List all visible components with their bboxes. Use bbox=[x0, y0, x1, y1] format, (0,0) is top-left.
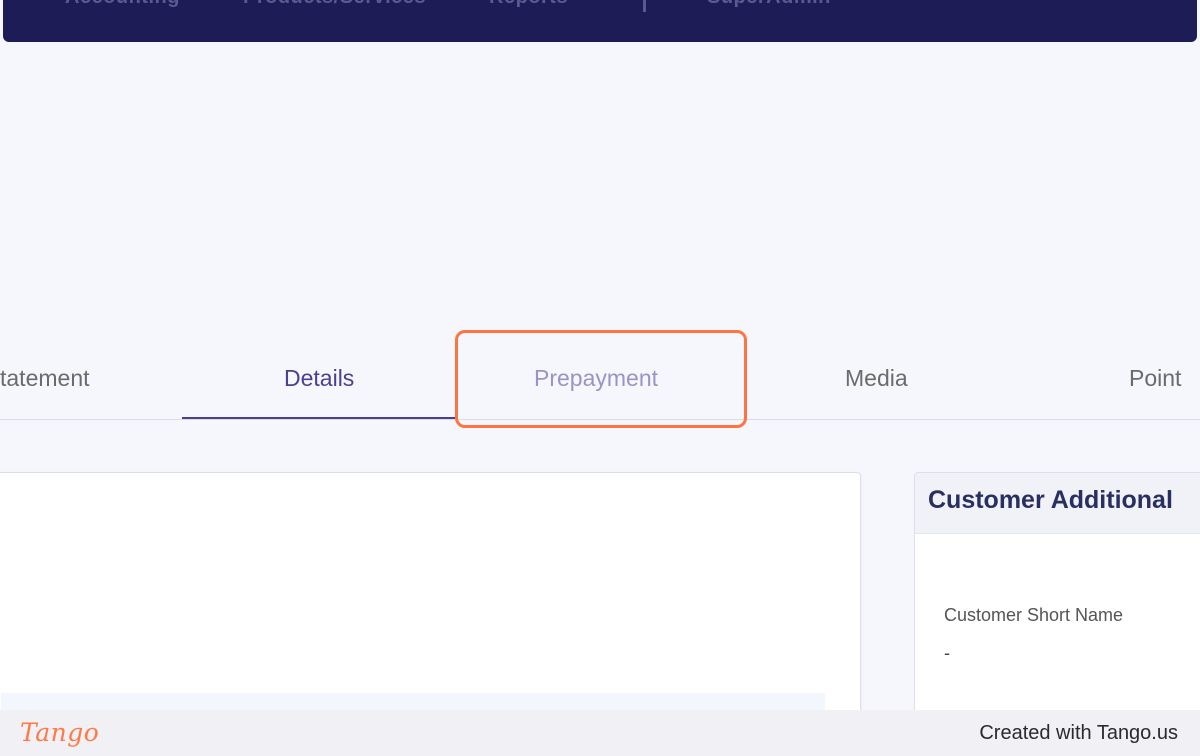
tab-point[interactable]: Point bbox=[1129, 366, 1181, 390]
tab-statement[interactable]: tatement bbox=[0, 366, 90, 390]
top-navigation-bar: Accounting Products/Services Reports Sup… bbox=[3, 0, 1197, 42]
active-tab-indicator bbox=[182, 417, 455, 419]
tab-details[interactable]: Details bbox=[284, 366, 354, 390]
customer-additional-card: Customer Additional Customer Short Name … bbox=[914, 472, 1200, 734]
tango-footer: Tango Created with Tango.us bbox=[0, 710, 1200, 756]
customer-short-name-value: - bbox=[944, 643, 950, 663]
click-highlight-box bbox=[455, 330, 747, 428]
customer-short-name-label: Customer Short Name bbox=[944, 605, 1124, 625]
tango-logo: Tango bbox=[20, 718, 100, 747]
nav-item-reports[interactable]: Reports bbox=[489, 0, 568, 9]
tab-media[interactable]: Media bbox=[845, 366, 908, 390]
nav-item-superadmin[interactable]: SuperAdmin bbox=[707, 0, 831, 9]
details-card bbox=[0, 472, 861, 734]
nav-item-accounting[interactable]: Accounting bbox=[65, 0, 180, 9]
created-with-tango-text: Created with Tango.us bbox=[979, 722, 1178, 744]
nav-item-products-services[interactable]: Products/Services bbox=[243, 0, 426, 9]
nav-separator bbox=[643, 0, 646, 12]
screenshot-frame: Accounting Products/Services Reports Sup… bbox=[0, 0, 1200, 756]
card-header: Customer Additional bbox=[915, 473, 1200, 534]
card-title: Customer Additional bbox=[928, 486, 1173, 514]
